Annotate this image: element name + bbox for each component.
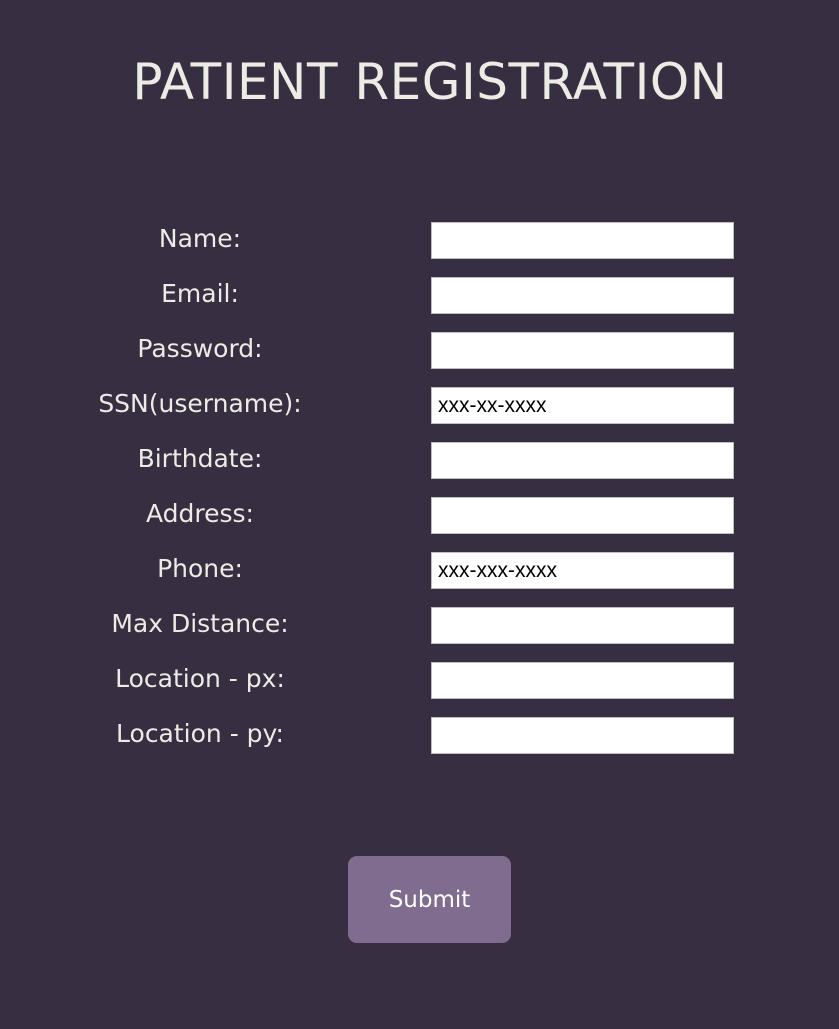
phone-input[interactable]	[431, 552, 734, 589]
location-py-label: Location - py:	[116, 719, 284, 748]
password-input[interactable]	[431, 332, 734, 369]
submit-button[interactable]: Submit	[348, 856, 511, 943]
name-input[interactable]	[431, 222, 734, 259]
phone-label: Phone:	[157, 554, 243, 583]
password-label: Password:	[137, 334, 263, 363]
address-label: Address:	[146, 499, 254, 528]
ssn-label: SSN(username):	[98, 389, 302, 418]
ssn-input[interactable]	[431, 387, 734, 424]
birthdate-label: Birthdate:	[137, 444, 263, 473]
form-row-address: Address:	[0, 497, 839, 534]
form-row-location-py: Location - py:	[0, 717, 839, 754]
location-py-input[interactable]	[431, 717, 734, 754]
form-row-max-distance: Max Distance:	[0, 607, 839, 644]
form-row-email: Email:	[0, 277, 839, 314]
birthdate-input[interactable]	[431, 442, 734, 479]
email-label: Email:	[161, 279, 239, 308]
form-row-birthdate: Birthdate:	[0, 442, 839, 479]
form-row-password: Password:	[0, 332, 839, 369]
location-px-input[interactable]	[431, 662, 734, 699]
address-input[interactable]	[431, 497, 734, 534]
form-row-location-px: Location - px:	[0, 662, 839, 699]
email-input[interactable]	[431, 277, 734, 314]
form-row-phone: Phone:	[0, 552, 839, 589]
max-distance-input[interactable]	[431, 607, 734, 644]
form-row-ssn: SSN(username):	[0, 387, 839, 424]
form-row-name: Name:	[0, 222, 839, 259]
name-label: Name:	[158, 224, 242, 253]
max-distance-label: Max Distance:	[111, 609, 289, 638]
page-title: PATIENT REGISTRATION	[132, 53, 728, 111]
location-px-label: Location - px:	[115, 664, 285, 693]
